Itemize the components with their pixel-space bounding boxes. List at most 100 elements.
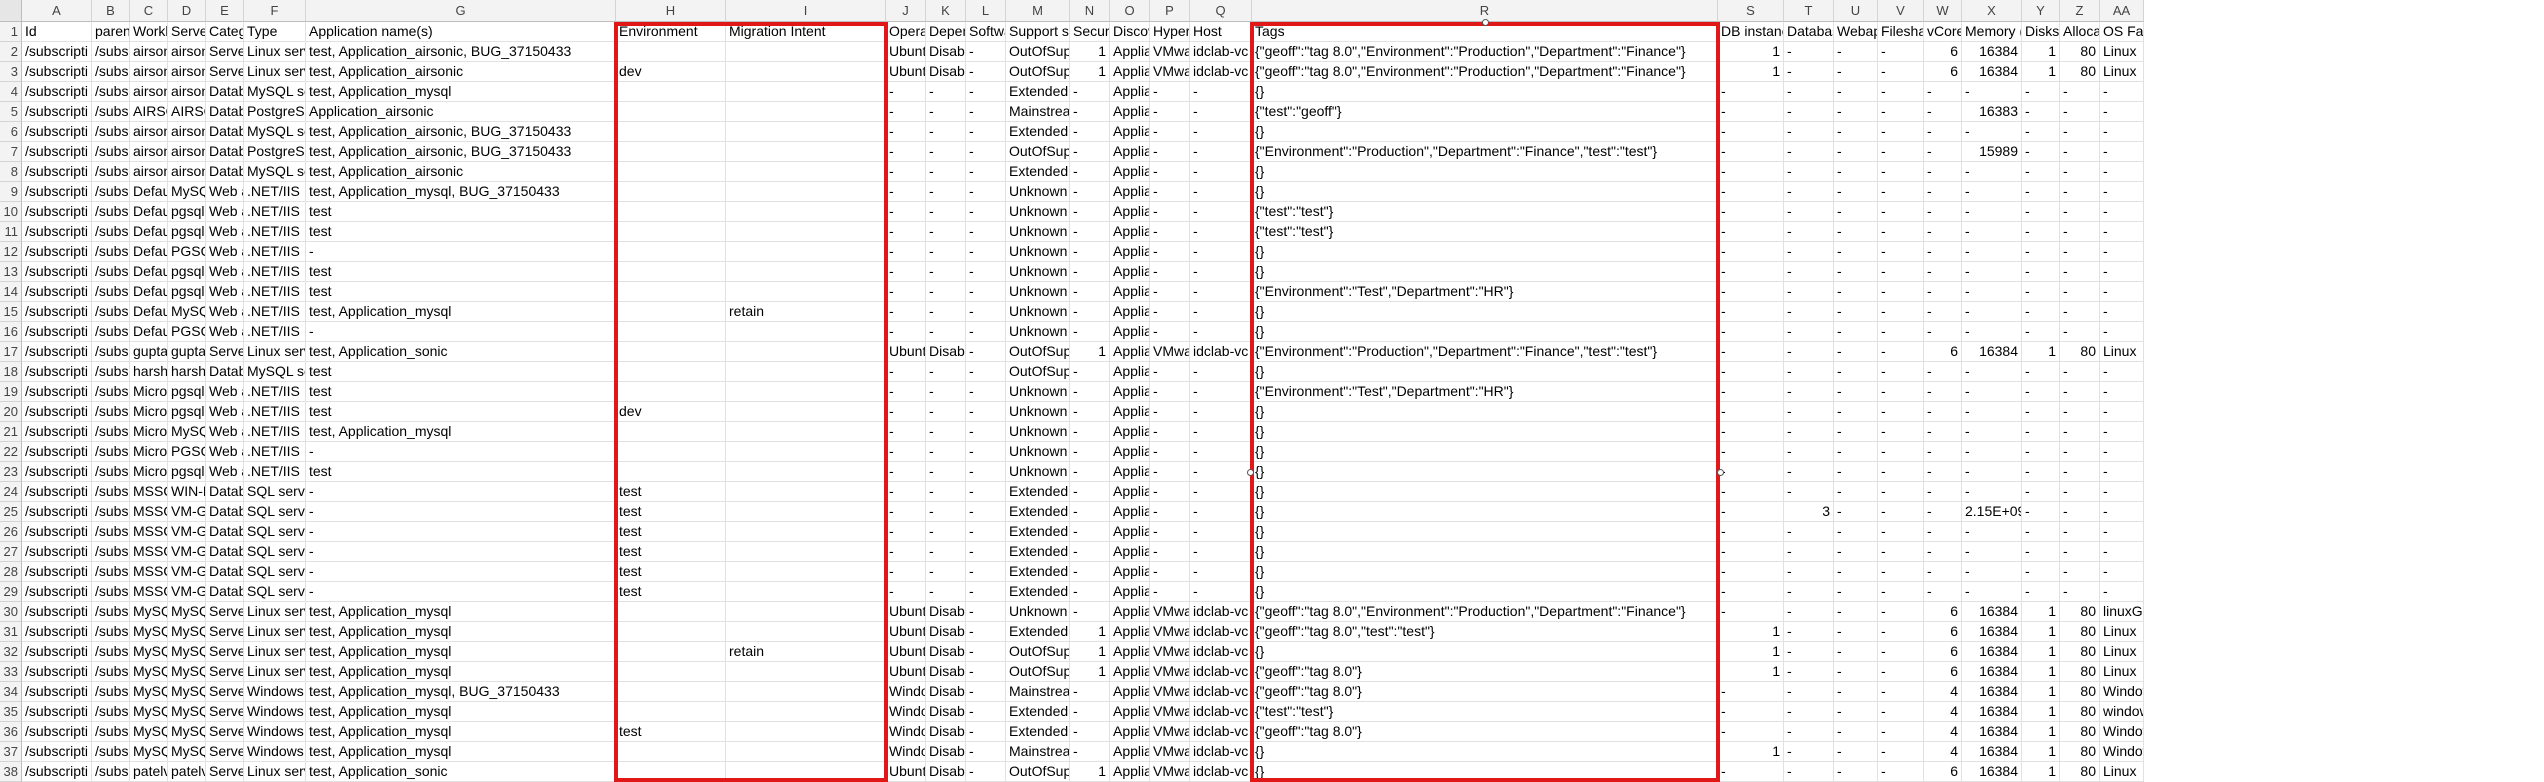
data-cell[interactable]: Appliance <box>1110 302 1150 322</box>
data-cell[interactable]: pgsql-self <box>168 462 206 482</box>
data-cell[interactable]: - <box>1878 442 1924 462</box>
data-cell[interactable]: Disabled <box>926 42 966 62</box>
data-cell[interactable]: Appliance <box>1110 662 1150 682</box>
data-cell[interactable]: Web app <box>206 182 244 202</box>
data-cell[interactable]: Appliance <box>1110 642 1150 662</box>
data-cell[interactable]: - <box>2022 482 2060 502</box>
data-cell[interactable]: - <box>1784 622 1834 642</box>
data-cell[interactable]: - <box>1962 582 2022 602</box>
select-all-corner[interactable] <box>0 0 22 22</box>
data-cell[interactable]: Default W <box>130 242 168 262</box>
data-cell[interactable]: - <box>1834 322 1878 342</box>
data-cell[interactable]: - <box>1190 82 1252 102</box>
data-cell[interactable]: /subscripti <box>92 522 130 542</box>
data-cell[interactable]: MySQLWin <box>168 722 206 742</box>
data-cell[interactable]: 1 <box>1718 662 1784 682</box>
column-title-cell[interactable]: parentId <box>92 22 130 42</box>
data-cell[interactable]: Linux serv <box>244 622 306 642</box>
data-cell[interactable]: - <box>926 322 966 342</box>
data-cell[interactable]: - <box>1878 742 1924 762</box>
data-cell[interactable]: retain <box>726 642 886 662</box>
data-cell[interactable]: - <box>1878 262 1924 282</box>
data-cell[interactable]: - <box>2100 222 2144 242</box>
data-cell[interactable]: - <box>966 702 1006 722</box>
data-cell[interactable]: airsonic-f <box>168 62 206 82</box>
data-cell[interactable]: 16384 <box>1962 342 2022 362</box>
data-cell[interactable]: Linux <box>2100 342 2144 362</box>
data-cell[interactable]: idclab-vc <box>1190 682 1252 702</box>
data-cell[interactable]: airsonic-p <box>168 142 206 162</box>
data-cell[interactable]: - <box>1150 302 1190 322</box>
data-cell[interactable] <box>726 202 886 222</box>
data-cell[interactable]: Appliance <box>1110 182 1150 202</box>
data-cell[interactable]: - <box>1924 122 1962 142</box>
data-cell[interactable]: WIN-HB64 <box>168 482 206 502</box>
data-cell[interactable]: - <box>1924 162 1962 182</box>
data-cell[interactable]: {} <box>1252 302 1718 322</box>
data-cell[interactable]: /subscripti <box>92 42 130 62</box>
data-cell[interactable]: - <box>1784 702 1834 722</box>
data-cell[interactable]: OutOfSupp <box>1006 642 1070 662</box>
data-cell[interactable]: Unknown <box>1006 282 1070 302</box>
data-cell[interactable] <box>616 102 726 122</box>
data-cell[interactable]: idclab-vc <box>1190 762 1252 782</box>
data-cell[interactable]: - <box>2060 422 2100 442</box>
data-cell[interactable]: 80 <box>2060 762 2100 782</box>
column-title-cell[interactable]: Application name(s) <box>306 22 616 42</box>
data-cell[interactable]: 80 <box>2060 722 2100 742</box>
column-header-m[interactable]: M <box>1006 0 1070 22</box>
data-cell[interactable]: MySQL ser <box>244 82 306 102</box>
data-cell[interactable]: - <box>1070 522 1110 542</box>
data-cell[interactable]: {} <box>1252 582 1718 602</box>
data-cell[interactable]: - <box>966 322 1006 342</box>
data-cell[interactable]: - <box>1150 422 1190 442</box>
data-cell[interactable] <box>726 622 886 642</box>
data-cell[interactable]: - <box>1784 362 1834 382</box>
data-cell[interactable]: Ubuntu 20 <box>886 762 926 782</box>
data-cell[interactable]: .NET/IIS <box>244 222 306 242</box>
data-cell[interactable]: Database <box>206 482 244 502</box>
data-cell[interactable]: MySQLLinu <box>168 642 206 662</box>
data-cell[interactable]: - <box>1190 102 1252 122</box>
data-cell[interactable]: VMware <box>1150 682 1190 702</box>
data-cell[interactable]: - <box>966 122 1006 142</box>
data-cell[interactable]: Appliance <box>1110 682 1150 702</box>
data-cell[interactable]: 6 <box>1924 662 1962 682</box>
data-cell[interactable]: - <box>886 382 926 402</box>
data-cell[interactable]: - <box>1150 102 1190 122</box>
data-cell[interactable]: Microsoft <box>130 382 168 402</box>
data-cell[interactable]: Disabled <box>926 722 966 742</box>
data-cell[interactable]: VMware <box>1150 702 1190 722</box>
data-cell[interactable]: - <box>1150 402 1190 422</box>
data-cell[interactable]: 80 <box>2060 622 2100 642</box>
data-cell[interactable]: Web app <box>206 382 244 402</box>
data-cell[interactable]: 80 <box>2060 662 2100 682</box>
data-cell[interactable]: {} <box>1252 462 1718 482</box>
data-cell[interactable]: - <box>1924 422 1962 442</box>
data-cell[interactable]: - <box>1834 302 1878 322</box>
column-header-b[interactable]: B <box>92 0 130 22</box>
data-cell[interactable]: - <box>1070 202 1110 222</box>
data-cell[interactable]: idclab-vc <box>1190 42 1252 62</box>
data-cell[interactable]: - <box>886 502 926 522</box>
data-cell[interactable]: - <box>886 362 926 382</box>
data-cell[interactable]: - <box>2100 142 2144 162</box>
data-cell[interactable]: - <box>1962 462 2022 482</box>
data-cell[interactable]: - <box>886 102 926 122</box>
data-cell[interactable]: Appliance <box>1110 522 1150 542</box>
data-cell[interactable]: {} <box>1252 442 1718 462</box>
data-cell[interactable]: - <box>966 362 1006 382</box>
data-cell[interactable]: Unknown <box>1006 242 1070 262</box>
data-cell[interactable]: /subscripti <box>92 562 130 582</box>
data-cell[interactable]: {"test":"test"} <box>1252 702 1718 722</box>
data-cell[interactable]: test, Application_mysql <box>306 82 616 102</box>
data-cell[interactable]: - <box>1070 722 1110 742</box>
data-cell[interactable] <box>616 462 726 482</box>
data-cell[interactable]: AIRSONIC <box>130 102 168 122</box>
data-cell[interactable]: Windows <box>886 742 926 762</box>
data-cell[interactable]: Server <box>206 62 244 82</box>
data-cell[interactable]: - <box>1784 682 1834 702</box>
data-cell[interactable]: - <box>1834 582 1878 602</box>
data-cell[interactable]: pgsql-self <box>168 402 206 422</box>
data-cell[interactable]: - <box>966 742 1006 762</box>
